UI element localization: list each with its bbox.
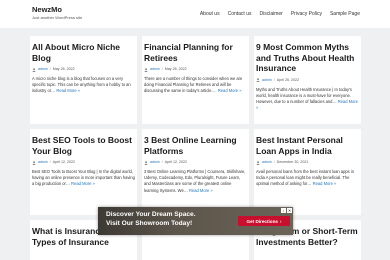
nav-link-contact-us[interactable]: Contact us bbox=[228, 11, 252, 17]
nav-link-sample-page[interactable]: Sample Page bbox=[330, 11, 360, 17]
read-more-link[interactable]: Read More » bbox=[71, 181, 95, 186]
user-icon bbox=[144, 67, 148, 72]
post-card: Financial Planning for Retirees admin / … bbox=[142, 36, 249, 124]
user-icon bbox=[32, 160, 36, 165]
nav-link-disclaimer[interactable]: Disclaimer bbox=[260, 11, 283, 17]
site-branding: NewzMo Just another WordPress site bbox=[32, 5, 82, 21]
ad-close-icon[interactable]: ✕ bbox=[287, 208, 292, 213]
ad-headline: Discover Your Dream Space. bbox=[106, 211, 196, 218]
primary-nav: About us Contact us Disclaimer Privacy P… bbox=[200, 11, 360, 17]
post-card: 9 Most Common Myths and Truths About Hea… bbox=[254, 36, 361, 124]
meta-separator: / bbox=[273, 77, 275, 82]
post-author[interactable]: admin bbox=[150, 67, 160, 72]
post-excerpt: 3 Best Online Learning Platforms | Cours… bbox=[144, 169, 247, 194]
post-excerpt: A micro niche blog is a blog that focuse… bbox=[32, 76, 135, 95]
meta-separator: / bbox=[161, 67, 163, 71]
meta-separator: / bbox=[49, 160, 51, 164]
post-excerpt-text: Avail personal loans from the best insta… bbox=[256, 169, 355, 187]
post-meta: admin / April 12, 2022 bbox=[144, 160, 247, 165]
meta-separator: / bbox=[161, 160, 163, 164]
ad-subline: Visit Our Showroom Today! bbox=[106, 220, 193, 227]
post-meta: admin / May 26, 2022 bbox=[144, 67, 247, 72]
post-author[interactable]: admin bbox=[38, 160, 48, 165]
post-meta: admin / April 26, 2022 bbox=[256, 78, 359, 83]
post-date: April 12, 2022 bbox=[52, 160, 75, 164]
post-title[interactable]: Financial Planning for Retirees bbox=[144, 42, 247, 63]
post-meta: admin / May 26, 2022 bbox=[32, 67, 135, 72]
post-card: 3 Best Online Learning Platforms admin /… bbox=[142, 129, 249, 215]
nav-link-privacy-policy[interactable]: Privacy Policy bbox=[291, 11, 322, 17]
post-title[interactable]: Best Instant Personal Loan Apps in India bbox=[256, 135, 359, 156]
post-meta: admin / April 12, 2022 bbox=[32, 160, 135, 165]
meta-separator: / bbox=[273, 160, 275, 164]
post-title[interactable]: 9 Most Common Myths and Truths About Hea… bbox=[256, 42, 359, 74]
post-card: Best SEO Tools to Boost Your Blog admin … bbox=[30, 129, 137, 215]
post-date: April 12, 2022 bbox=[164, 160, 187, 164]
read-more-link[interactable]: Read More » bbox=[313, 181, 337, 186]
post-title[interactable]: 3 Best Online Learning Platforms bbox=[144, 135, 247, 156]
post-author[interactable]: admin bbox=[262, 78, 272, 83]
user-icon bbox=[256, 160, 260, 165]
post-date: May 26, 2022 bbox=[52, 67, 75, 71]
post-title[interactable]: Best SEO Tools to Boost Your Blog bbox=[32, 135, 135, 156]
post-title[interactable]: All About Micro Niche Blog bbox=[32, 42, 135, 63]
post-card: Best Instant Personal Loan Apps in India… bbox=[254, 129, 361, 215]
read-more-link[interactable]: Read More » bbox=[218, 88, 242, 93]
post-excerpt: Myths and Truths About Health Insurance … bbox=[256, 87, 359, 112]
post-author[interactable]: admin bbox=[262, 160, 272, 165]
post-meta: admin / December 30, 2021 bbox=[256, 160, 359, 165]
post-excerpt-text: A micro niche blog is a blog that focuse… bbox=[32, 76, 131, 94]
post-date: December 30, 2021 bbox=[276, 160, 309, 164]
post-author[interactable]: admin bbox=[150, 160, 160, 165]
read-more-link[interactable]: Read More » bbox=[189, 188, 213, 193]
ad-button-label: Get Directions bbox=[246, 218, 278, 224]
user-icon bbox=[144, 160, 148, 165]
ad-banner[interactable]: Discover Your Dream Space. Visit Our Sho… bbox=[98, 207, 293, 235]
meta-separator: / bbox=[49, 67, 51, 71]
post-excerpt: Avail personal loans from the best insta… bbox=[256, 169, 359, 188]
post-date: April 26, 2022 bbox=[276, 77, 299, 82]
post-author[interactable]: admin bbox=[38, 67, 48, 72]
post-excerpt: Best SEO Tools to Boost Your Blog | In t… bbox=[32, 169, 135, 188]
read-more-link[interactable]: Read More » bbox=[56, 88, 80, 93]
user-icon bbox=[32, 67, 36, 72]
ad-info-icon[interactable]: i bbox=[281, 208, 286, 213]
arrow-right-icon: › bbox=[279, 218, 282, 224]
get-directions-button[interactable]: Get Directions › bbox=[238, 216, 290, 226]
nav-link-about-us[interactable]: About us bbox=[200, 11, 220, 17]
site-header: NewzMo Just another WordPress site About… bbox=[0, 0, 390, 28]
site-tagline: Just another WordPress site bbox=[32, 15, 83, 20]
post-card: All About Micro Niche Blog admin / May 2… bbox=[30, 36, 137, 124]
post-excerpt: There are a number of things to consider… bbox=[144, 76, 247, 95]
user-icon bbox=[256, 78, 260, 82]
site-title[interactable]: NewzMo bbox=[32, 5, 82, 14]
post-date: May 26, 2022 bbox=[164, 67, 187, 71]
